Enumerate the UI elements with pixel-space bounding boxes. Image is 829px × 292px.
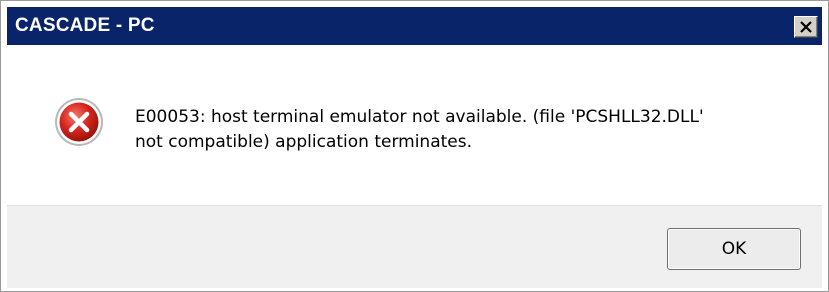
close-icon — [800, 21, 812, 33]
error-message: E00053: host terminal emulator not avail… — [135, 105, 805, 155]
error-message-line-1: E00053: host terminal emulator not avail… — [135, 107, 704, 127]
ok-button[interactable]: OK — [667, 228, 801, 270]
button-bar: OK — [7, 205, 822, 288]
error-dialog: CASCADE - PC E00053: host terminal emula… — [0, 0, 829, 292]
close-button[interactable] — [794, 16, 818, 38]
error-icon — [55, 98, 103, 146]
title-bar[interactable]: CASCADE - PC — [7, 7, 822, 45]
error-message-line-2: not compatible) application terminates. — [135, 132, 473, 152]
dialog-content: E00053: host terminal emulator not avail… — [7, 45, 822, 205]
window-title: CASCADE - PC — [15, 15, 155, 36]
